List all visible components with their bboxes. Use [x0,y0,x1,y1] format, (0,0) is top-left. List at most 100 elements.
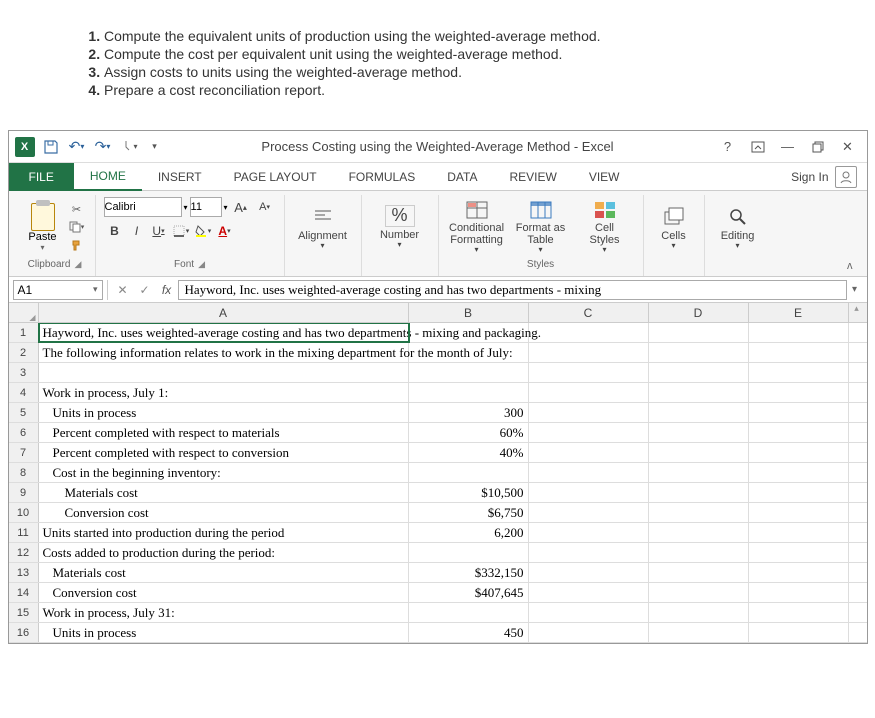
row-header[interactable]: 3 [9,363,39,382]
cell[interactable] [649,363,749,382]
cell[interactable] [529,623,649,642]
redo-icon[interactable]: ↷▾ [91,135,115,159]
cell[interactable] [649,383,749,402]
cell[interactable] [529,563,649,582]
alignment-button[interactable]: Alignment▾ [293,199,353,255]
row-header[interactable]: 7 [9,443,39,462]
cell[interactable] [749,623,849,642]
cell[interactable] [749,483,849,502]
conditional-formatting-button[interactable]: Conditional Formatting▾ [447,199,507,255]
help-button[interactable]: ? [715,136,741,158]
cell[interactable] [749,583,849,602]
cell[interactable] [409,343,529,362]
cell[interactable]: Conversion cost [39,583,409,602]
cell[interactable] [649,343,749,362]
ribbon-tab-view[interactable]: VIEW [573,163,636,191]
cell[interactable] [649,543,749,562]
cell[interactable] [649,603,749,622]
cell[interactable] [749,603,849,622]
cell[interactable]: $6,750 [409,503,529,522]
cut-icon[interactable]: ✂ [67,201,87,217]
cell[interactable] [529,523,649,542]
cell[interactable] [649,443,749,462]
minimize-button[interactable]: — [775,136,801,158]
grid[interactable]: 1Hayword, Inc. uses weighted-average cos… [9,323,867,643]
cell[interactable] [529,603,649,622]
cell[interactable] [749,383,849,402]
cell[interactable] [649,403,749,422]
column-header-B[interactable]: B [409,303,529,322]
cell[interactable] [529,463,649,482]
cell[interactable] [409,463,529,482]
cell[interactable]: Materials cost [39,483,409,502]
italic-button[interactable]: I [126,221,148,241]
cell[interactable]: Units in process [39,623,409,642]
cell[interactable]: Work in process, July 1: [39,383,409,402]
row-header[interactable]: 13 [9,563,39,582]
grow-font-button[interactable]: A▴ [230,197,252,217]
cell[interactable] [529,483,649,502]
column-header-C[interactable]: C [529,303,649,322]
paste-button[interactable]: Paste ▾ [23,199,63,255]
row-header[interactable]: 8 [9,463,39,482]
font-dialog-launcher[interactable]: ◢ [198,259,205,270]
font-size-select[interactable] [190,197,222,217]
cell[interactable]: Units started into production during the… [39,523,409,542]
cell[interactable]: Work in process, July 31: [39,603,409,622]
cell[interactable] [409,603,529,622]
cell[interactable] [749,463,849,482]
cell[interactable] [749,423,849,442]
cell[interactable]: The following information relates to wor… [39,343,409,362]
file-tab[interactable]: FILE [9,163,74,191]
cancel-formula-icon[interactable]: ✕ [112,280,134,300]
cell[interactable] [39,363,409,382]
undo-icon[interactable]: ↶▾ [65,135,89,159]
cell[interactable] [749,543,849,562]
row-header[interactable]: 5 [9,403,39,422]
row-header[interactable]: 16 [9,623,39,642]
row-header[interactable]: 4 [9,383,39,402]
cell[interactable] [749,363,849,382]
cell[interactable]: Materials cost [39,563,409,582]
clipboard-dialog-launcher[interactable]: ◢ [74,259,81,270]
cell[interactable]: $407,645 [409,583,529,602]
ribbon-tab-review[interactable]: REVIEW [493,163,572,191]
column-header-E[interactable]: E [749,303,849,322]
save-icon[interactable] [39,135,63,159]
format-as-table-button[interactable]: Format as Table▾ [511,199,571,255]
cell[interactable] [749,323,849,342]
cell[interactable] [749,523,849,542]
ribbon-tab-insert[interactable]: INSERT [142,163,218,191]
cell[interactable] [749,503,849,522]
collapse-ribbon-icon[interactable]: ʌ [839,256,861,276]
qat-customize-icon[interactable]: ▾ [143,135,167,159]
cell[interactable]: Conversion cost [39,503,409,522]
font-name-select[interactable] [104,197,182,217]
cell[interactable] [649,483,749,502]
cell[interactable]: Percent completed with respect to materi… [39,423,409,442]
cell[interactable] [529,383,649,402]
format-painter-icon[interactable] [67,237,87,253]
cell[interactable] [749,403,849,422]
cell[interactable] [529,323,649,342]
font-color-button[interactable]: A▾ [214,221,236,241]
row-header[interactable]: 2 [9,343,39,362]
cell[interactable]: Hayword, Inc. uses weighted-average cost… [39,323,409,342]
shrink-font-button[interactable]: A▾ [254,197,276,217]
cell[interactable]: Costs added to production during the per… [39,543,409,562]
cell[interactable] [749,563,849,582]
cell[interactable]: Units in process [39,403,409,422]
expand-formula-bar-icon[interactable]: ▾ [847,284,863,295]
select-all-corner[interactable] [9,303,39,322]
cell[interactable] [749,343,849,362]
sign-in[interactable]: Sign In [791,166,866,188]
cell[interactable] [529,583,649,602]
cell[interactable] [529,503,649,522]
bold-button[interactable]: B [104,221,126,241]
fill-color-button[interactable]: ▾ [192,221,214,241]
row-header[interactable]: 9 [9,483,39,502]
cell[interactable] [649,463,749,482]
cell[interactable] [649,423,749,442]
cell[interactable] [749,443,849,462]
editing-button[interactable]: Editing▾ [713,199,763,255]
